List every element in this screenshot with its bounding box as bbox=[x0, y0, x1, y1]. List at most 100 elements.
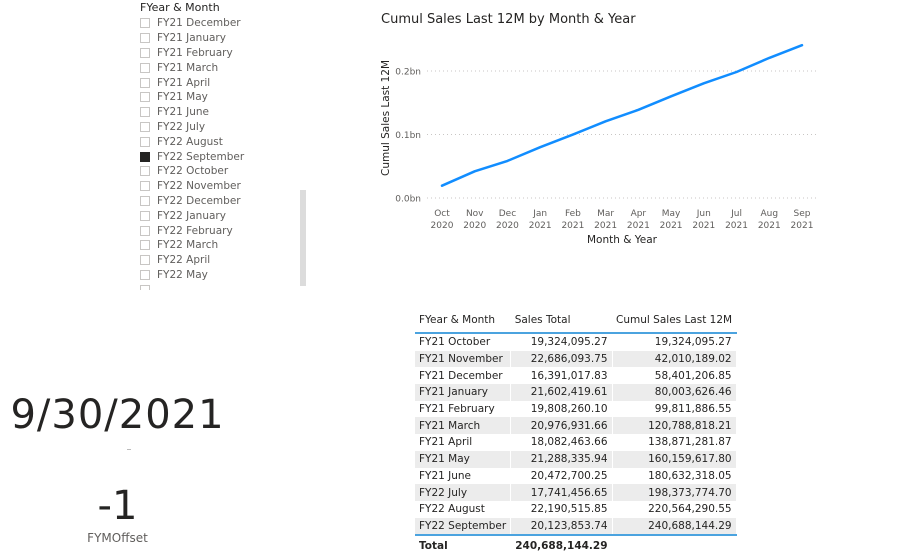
slicer-item-label: FY22 September bbox=[157, 150, 245, 163]
cell-cumul-sales: 80,003,626.46 bbox=[612, 384, 737, 401]
slicer-item[interactable]: FY22 May bbox=[140, 268, 305, 283]
table-row[interactable]: FY21 October 19,324,095.27 19,324,095.27 bbox=[415, 333, 737, 351]
x-tick-label-month: Jul bbox=[730, 209, 742, 219]
x-tick-label-year: 2021 bbox=[725, 221, 748, 231]
slicer-item[interactable]: FY22 January bbox=[140, 208, 305, 223]
header-sales-total[interactable]: Sales Total bbox=[510, 308, 613, 334]
slicer-item-label: FY21 March bbox=[157, 61, 219, 74]
table-header-row: FYear & Month Sales Total Cumul Sales La… bbox=[415, 308, 737, 334]
slicer-item[interactable]: FY22 March bbox=[140, 238, 305, 253]
checkbox-checked-icon[interactable] bbox=[140, 151, 150, 162]
slicer-item-label: FY22 December bbox=[157, 194, 241, 207]
slicer-scrollbar[interactable] bbox=[300, 190, 306, 286]
checkbox-icon[interactable] bbox=[140, 18, 150, 29]
slicer-item[interactable]: FY22 February bbox=[140, 223, 305, 238]
x-tick-label-year: 2021 bbox=[561, 221, 584, 231]
checkbox-icon[interactable] bbox=[140, 166, 150, 177]
x-axis-title: Month & Year bbox=[587, 234, 658, 246]
table-row[interactable]: FY21 May 21,288,335.94 160,159,617.80 bbox=[415, 450, 737, 468]
slicer-item[interactable]: FY22 July bbox=[140, 120, 305, 135]
cell-fyear-month: FY22 September bbox=[415, 517, 512, 537]
checkbox-icon[interactable] bbox=[140, 284, 150, 290]
slicer-item-label: FY21 December bbox=[157, 17, 241, 30]
slicer-item-label: FY22 February bbox=[157, 224, 233, 237]
x-tick-label-month: Dec bbox=[499, 209, 516, 219]
checkbox-icon[interactable] bbox=[140, 269, 150, 280]
checkbox-icon[interactable] bbox=[140, 240, 150, 251]
cell-cumul-sales: 240,688,144.29 bbox=[612, 517, 737, 537]
cell-cumul-sales: 198,373,774.70 bbox=[612, 484, 737, 501]
slicer-item-label: FY21 February bbox=[157, 46, 233, 59]
slicer-item-label: FY22 August bbox=[157, 135, 223, 148]
x-tick-label-year: 2020 bbox=[496, 221, 519, 231]
fymoffset-card-value: -1 bbox=[97, 483, 138, 529]
checkbox-icon[interactable] bbox=[140, 181, 150, 192]
total-cumul-sales bbox=[612, 535, 737, 556]
x-tick-label-year: 2021 bbox=[791, 221, 814, 231]
checkbox-icon[interactable] bbox=[140, 92, 150, 103]
slicer-item[interactable]: FY21 December bbox=[140, 16, 305, 31]
slicer-item[interactable]: FY22 October bbox=[140, 164, 305, 179]
checkbox-icon[interactable] bbox=[140, 33, 150, 44]
table-row[interactable]: FY21 March 20,976,931.66 120,788,818.21 bbox=[415, 417, 737, 435]
slicer-item[interactable]: FY22 April bbox=[140, 253, 305, 268]
slicer-item-label: FY22 July bbox=[157, 120, 206, 133]
cell-sales-total: 22,190,515.85 bbox=[510, 500, 613, 518]
cell-sales-total: 20,472,700.25 bbox=[510, 467, 613, 485]
slicer-item-label: FY22 April bbox=[157, 254, 211, 267]
x-tick-label-year: 2021 bbox=[660, 221, 683, 231]
slicer-item[interactable]: FY21 May bbox=[140, 90, 305, 105]
slicer-item[interactable]: FY21 February bbox=[140, 46, 305, 61]
slicer-item[interactable]: FY22 September bbox=[140, 149, 305, 164]
cell-cumul-sales: 99,811,886.55 bbox=[612, 400, 737, 418]
checkbox-icon[interactable] bbox=[140, 47, 150, 58]
slicer-item[interactable]: FY21 January bbox=[140, 31, 305, 46]
checkbox-icon[interactable] bbox=[140, 62, 150, 73]
checkbox-icon[interactable] bbox=[140, 255, 150, 266]
checkbox-icon[interactable] bbox=[140, 136, 150, 147]
cell-fyear-month: FY21 June bbox=[415, 467, 512, 485]
cell-sales-total: 20,123,853.74 bbox=[510, 517, 613, 537]
checkbox-icon[interactable] bbox=[140, 195, 150, 206]
slicer-item[interactable]: FY22 November bbox=[140, 179, 305, 194]
checkbox-icon[interactable] bbox=[140, 210, 150, 221]
cell-sales-total: 21,602,419.61 bbox=[510, 384, 613, 401]
table-row[interactable]: FY21 April 18,082,463.66 138,871,281.87 bbox=[415, 434, 737, 451]
fyear-month-slicer: FYear & Month FY21 December FY21 January F… bbox=[138, 0, 310, 290]
table-row[interactable]: FY21 June 20,472,700.25 180,632,318.05 bbox=[415, 467, 737, 485]
cell-cumul-sales: 58,401,206.85 bbox=[612, 367, 737, 385]
cell-sales-total: 18,082,463.66 bbox=[510, 434, 613, 451]
slicer-item[interactable]: FY21 April bbox=[140, 75, 305, 90]
cell-sales-total: 17,741,456.65 bbox=[510, 484, 613, 501]
x-tick-label-year: 2020 bbox=[463, 221, 486, 231]
cell-cumul-sales: 42,010,189.02 bbox=[612, 350, 737, 368]
header-fyear-month[interactable]: FYear & Month bbox=[415, 308, 511, 334]
table-row[interactable]: FY22 August 22,190,515.85 220,564,290.55 bbox=[415, 500, 737, 518]
slicer-item-label: FY21 April bbox=[157, 76, 211, 89]
cell-sales-total: 19,324,095.27 bbox=[510, 333, 613, 351]
table-row[interactable]: FY21 January 21,602,419.61 80,003,626.46 bbox=[415, 384, 737, 401]
slicer-item-label: FY22 October bbox=[157, 165, 229, 178]
table-total-row: Total 240,688,144.29 bbox=[415, 535, 737, 556]
header-cumul-sales[interactable]: Cumul Sales Last 12M bbox=[612, 308, 737, 334]
slicer-item[interactable]: FY21 March bbox=[140, 60, 305, 75]
y-axis-title: Cumul Sales Last 12M bbox=[380, 60, 392, 176]
slicer-item[interactable]: FY21 June bbox=[140, 105, 305, 120]
table-row[interactable]: FY22 September 20,123,853.74 240,688,144.2… bbox=[415, 517, 737, 537]
x-tick-label-month: Sep bbox=[794, 209, 811, 219]
slicer-item-partial[interactable] bbox=[140, 282, 305, 290]
slicer-item[interactable]: FY22 December bbox=[140, 194, 305, 209]
checkbox-icon[interactable] bbox=[140, 107, 150, 118]
cell-cumul-sales: 220,564,290.55 bbox=[612, 500, 737, 518]
checkbox-icon[interactable] bbox=[140, 225, 150, 236]
table-row[interactable]: FY21 February 19,808,260.10 99,811,886.55 bbox=[415, 400, 737, 418]
slicer-item[interactable]: FY22 August bbox=[140, 134, 305, 149]
table-row[interactable]: FY22 July 17,741,456.65 198,373,774.70 bbox=[415, 484, 737, 501]
cell-fyear-month: FY21 November bbox=[415, 350, 512, 368]
total-sales-total: 240,688,144.29 bbox=[510, 535, 613, 556]
table-row[interactable]: FY21 November 22,686,093.75 42,010,189.02 bbox=[415, 350, 737, 368]
cell-fyear-month: FY21 May bbox=[415, 450, 512, 468]
checkbox-icon[interactable] bbox=[140, 121, 150, 132]
checkbox-icon[interactable] bbox=[140, 77, 150, 88]
table-row[interactable]: FY21 December 16,391,017.83 58,401,206.85 bbox=[415, 367, 737, 385]
